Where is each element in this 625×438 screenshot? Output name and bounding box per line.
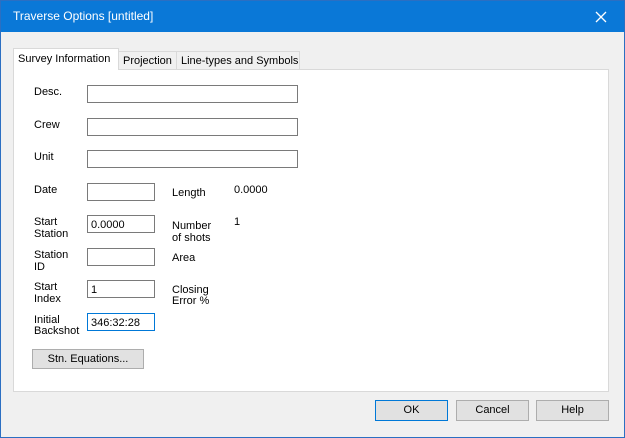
cancel-button[interactable]: Cancel xyxy=(456,400,529,421)
tab-projection[interactable]: Projection xyxy=(118,51,178,70)
traverse-options-dialog: Traverse Options [untitled] Survey Infor… xyxy=(0,0,625,438)
start-station-label-line1: Start xyxy=(34,216,58,228)
station-id-input[interactable] xyxy=(87,248,155,266)
unit-input[interactable] xyxy=(87,150,298,168)
start-station-label-line2: Station xyxy=(34,228,69,240)
help-button[interactable]: Help xyxy=(536,400,609,421)
start-index-input[interactable]: 1 xyxy=(87,280,155,298)
number-of-shots-label-line2: of shots xyxy=(172,232,211,244)
number-of-shots-label-line1: Number xyxy=(172,220,212,232)
tab-survey-information[interactable]: Survey Information xyxy=(13,48,119,70)
initial-backshot-input[interactable]: 346:32:28 xyxy=(87,313,155,331)
station-id-label-line1: Station xyxy=(34,249,69,261)
start-station-input[interactable]: 0.0000 xyxy=(87,215,155,233)
number-of-shots-value: 1 xyxy=(234,216,241,228)
ok-button[interactable]: OK xyxy=(375,400,448,421)
tab-line-types-and-symbols[interactable]: Line-types and Symbols xyxy=(176,51,300,70)
start-index-label-line1: Start xyxy=(34,281,58,293)
close-button[interactable] xyxy=(578,1,624,32)
stn-equations-button[interactable]: Stn. Equations... xyxy=(32,349,144,369)
initial-backshot-label-line2: Backshot xyxy=(34,325,80,337)
desc-input[interactable] xyxy=(87,85,298,103)
area-label: Area xyxy=(172,252,196,264)
length-value: 0.0000 xyxy=(234,184,268,196)
date-input[interactable] xyxy=(87,183,155,201)
closing-error-label-line2: Error % xyxy=(172,295,210,307)
survey-information-panel: Desc. Crew Unit Date Length 0.0000 Start… xyxy=(13,69,609,392)
desc-label: Desc. xyxy=(34,86,63,98)
title-bar: Traverse Options [untitled] xyxy=(1,1,624,32)
crew-input[interactable] xyxy=(87,118,298,136)
start-index-label-line2: Index xyxy=(34,293,61,305)
date-label: Date xyxy=(34,184,58,196)
window-title: Traverse Options [untitled] xyxy=(13,9,154,23)
station-id-label-line2: ID xyxy=(34,261,45,273)
unit-label: Unit xyxy=(34,151,54,163)
close-icon xyxy=(595,11,607,22)
crew-label: Crew xyxy=(34,119,60,131)
length-label: Length xyxy=(172,187,206,199)
